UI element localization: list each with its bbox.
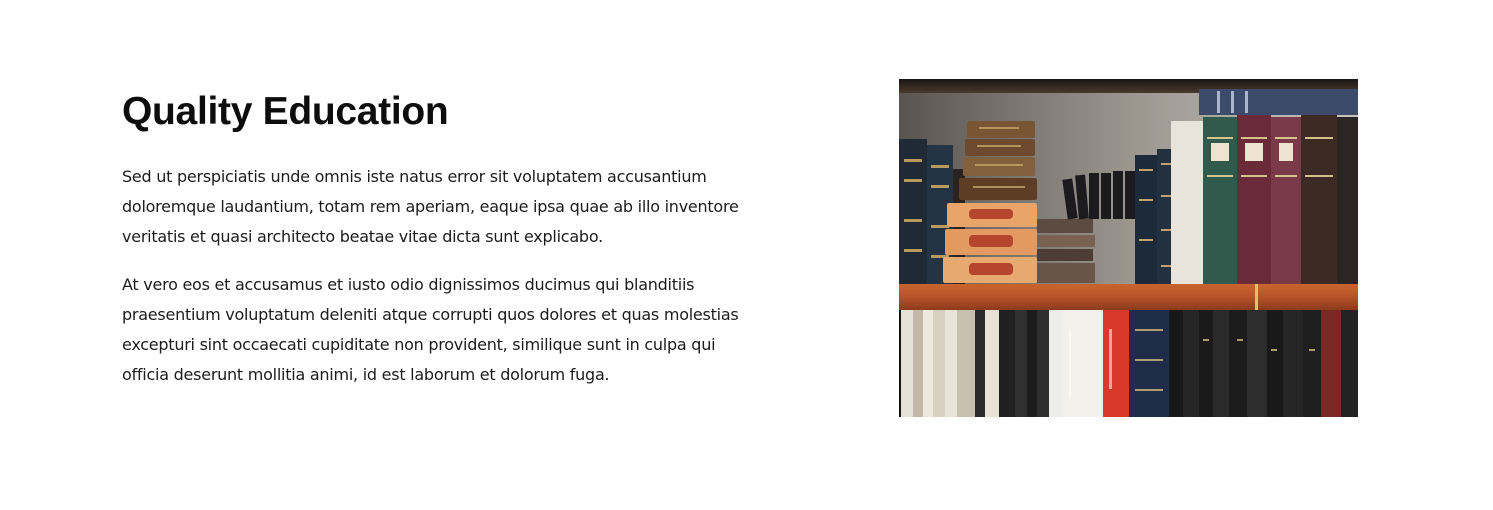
bookshelf-image bbox=[899, 79, 1358, 417]
paragraph-2: At vero eos et accusamus et iusto odio d… bbox=[122, 275, 739, 384]
paragraph-1: Sed ut perspiciatis unde omnis iste natu… bbox=[122, 167, 739, 246]
text-column: Quality Education Sed ut perspiciatis un… bbox=[122, 86, 762, 390]
feature-section: Quality Education Sed ut perspiciatis un… bbox=[0, 0, 1493, 510]
section-title: Quality Education bbox=[122, 90, 449, 133]
